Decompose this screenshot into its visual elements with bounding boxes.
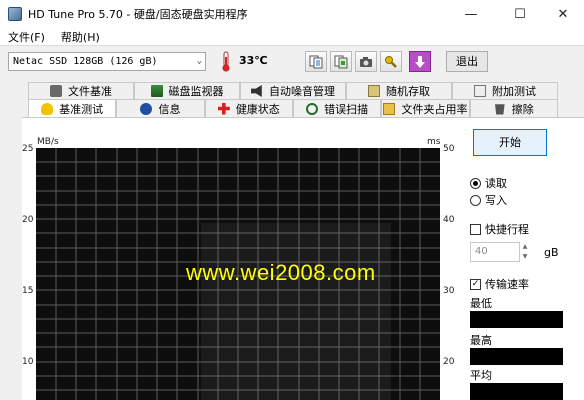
- drive-select[interactable]: Netac SSD 128GB (126 gB) ⌄: [8, 52, 206, 71]
- tab-benchmark[interactable]: 基准测试: [28, 99, 117, 117]
- tab-aam[interactable]: 自动噪音管理: [240, 82, 346, 99]
- lightbulb-icon: [41, 102, 54, 115]
- max-label: 最高: [470, 334, 492, 347]
- tab-erase[interactable]: 擦除: [469, 99, 558, 117]
- tab-label: 错误扫描: [324, 102, 369, 116]
- tab-label: 随机存取: [386, 85, 430, 98]
- avg-value: [470, 383, 563, 400]
- extra-tests-icon: [474, 85, 486, 97]
- avg-label: 平均: [470, 369, 492, 382]
- right-axis-unit: ms: [427, 137, 441, 147]
- tab-disk-monitor[interactable]: 磁盘监视器: [134, 82, 240, 99]
- drive-select-value: Netac SSD 128GB (126 gB): [13, 56, 158, 67]
- tab-error-scan[interactable]: 错误扫描: [292, 99, 382, 117]
- tab-label: 附加测试: [492, 85, 536, 98]
- close-button[interactable]: ✕: [540, 0, 584, 28]
- tab-folder-usage[interactable]: 文件夹占用率: [381, 99, 470, 117]
- max-value: [470, 348, 563, 365]
- tab-label: 文件基准: [68, 85, 112, 98]
- folder-icon: [383, 102, 396, 115]
- tab-info[interactable]: 信息: [116, 99, 205, 117]
- copy-info-icon: [309, 55, 323, 68]
- tab-label: 基准测试: [59, 102, 104, 116]
- short-stroke-label: 快捷行程: [485, 223, 529, 236]
- write-radio[interactable]: [470, 194, 481, 206]
- min-label: 最低: [470, 297, 492, 310]
- copy-screen-icon: [334, 55, 348, 68]
- tab-label: 文件夹占用率: [401, 102, 468, 116]
- watermark-text: www.wei2008.com: [186, 260, 376, 285]
- temperature-readout: 33℃: [239, 54, 268, 67]
- random-access-icon: [368, 85, 380, 97]
- read-label: 读取: [485, 177, 507, 190]
- tab-strip-bottom: 基准测试 信息 健康状态 错误扫描 文件夹占用率 擦除: [28, 99, 558, 117]
- toolbar: Netac SSD 128GB (126 gB) ⌄ 33℃ 退出: [0, 46, 584, 76]
- tab-random-access[interactable]: 随机存取: [346, 82, 452, 99]
- trash-icon: [494, 104, 505, 115]
- write-label: 写入: [485, 194, 507, 207]
- minimize-button[interactable]: —: [448, 0, 494, 28]
- tab-label: 健康状态: [235, 102, 280, 116]
- menu-bar: 文件(F) 帮助(H): [0, 28, 584, 46]
- stroke-size-stepper[interactable]: ▲ ▼: [519, 242, 531, 262]
- left-tick: 25: [22, 144, 34, 154]
- options-button[interactable]: [380, 51, 402, 72]
- stroke-unit: gB: [544, 246, 559, 259]
- window-title: HD Tune Pro 5.70 - 硬盘/固态硬盘实用程序: [28, 8, 248, 21]
- right-tick: 20: [443, 357, 455, 367]
- short-stroke-option[interactable]: 快捷行程: [470, 221, 529, 237]
- tab-label: 磁盘监视器: [168, 85, 224, 98]
- read-radio[interactable]: [470, 177, 481, 189]
- tab-label: 擦除: [511, 102, 534, 116]
- magnifier-icon: [306, 102, 319, 115]
- exit-button[interactable]: 退出: [446, 51, 488, 72]
- maximize-button[interactable]: ☐: [497, 0, 543, 28]
- right-tick: 30: [443, 286, 455, 296]
- right-tick: 50: [443, 144, 455, 154]
- tab-file-benchmark[interactable]: 文件基准: [28, 82, 134, 99]
- menu-file[interactable]: 文件(F): [0, 29, 53, 45]
- disk-monitor-icon: [150, 85, 163, 97]
- camera-icon: [360, 56, 372, 67]
- screenshot-button[interactable]: [355, 51, 377, 72]
- write-option[interactable]: 写入: [470, 192, 507, 208]
- read-option[interactable]: 读取: [470, 175, 507, 191]
- transfer-rate-option[interactable]: ✓ 传输速率: [470, 276, 529, 292]
- start-button[interactable]: 开始: [473, 129, 547, 156]
- tab-health[interactable]: 健康状态: [204, 99, 293, 117]
- tab-label: 信息: [158, 102, 181, 116]
- thermometer-icon: [222, 51, 230, 72]
- file-benchmark-icon: [50, 85, 62, 97]
- copy-screen-button[interactable]: [330, 51, 352, 72]
- copy-info-button[interactable]: [305, 51, 327, 72]
- min-value: [470, 311, 563, 328]
- left-tick: 15: [22, 286, 34, 296]
- options-icon: [385, 55, 397, 68]
- watermark-shadow: [201, 223, 391, 400]
- save-button[interactable]: [409, 51, 431, 72]
- left-tick: 10: [22, 357, 34, 367]
- tab-strip-top: 文件基准 磁盘监视器 自动噪音管理 随机存取 附加测试: [28, 82, 558, 99]
- health-cross-icon: [217, 102, 230, 115]
- left-tick: 20: [22, 215, 34, 225]
- info-icon: [140, 102, 153, 115]
- menu-help[interactable]: 帮助(H): [53, 29, 108, 45]
- tab-extra-tests[interactable]: 附加测试: [452, 82, 558, 99]
- chevron-down-icon: ⌄: [196, 56, 202, 66]
- app-icon: [8, 7, 22, 21]
- left-axis-unit: MB/s: [37, 137, 59, 147]
- transfer-rate-label: 传输速率: [485, 278, 529, 291]
- title-bar: HD Tune Pro 5.70 - 硬盘/固态硬盘实用程序 — ☐ ✕: [0, 0, 584, 28]
- tab-label: 自动噪音管理: [269, 85, 335, 98]
- right-tick: 40: [443, 215, 455, 225]
- speaker-icon: [251, 85, 262, 97]
- stroke-size-input[interactable]: 40: [470, 242, 520, 262]
- transfer-rate-checkbox[interactable]: ✓: [470, 278, 481, 290]
- save-download-icon: [415, 55, 425, 68]
- short-stroke-checkbox[interactable]: [470, 223, 481, 235]
